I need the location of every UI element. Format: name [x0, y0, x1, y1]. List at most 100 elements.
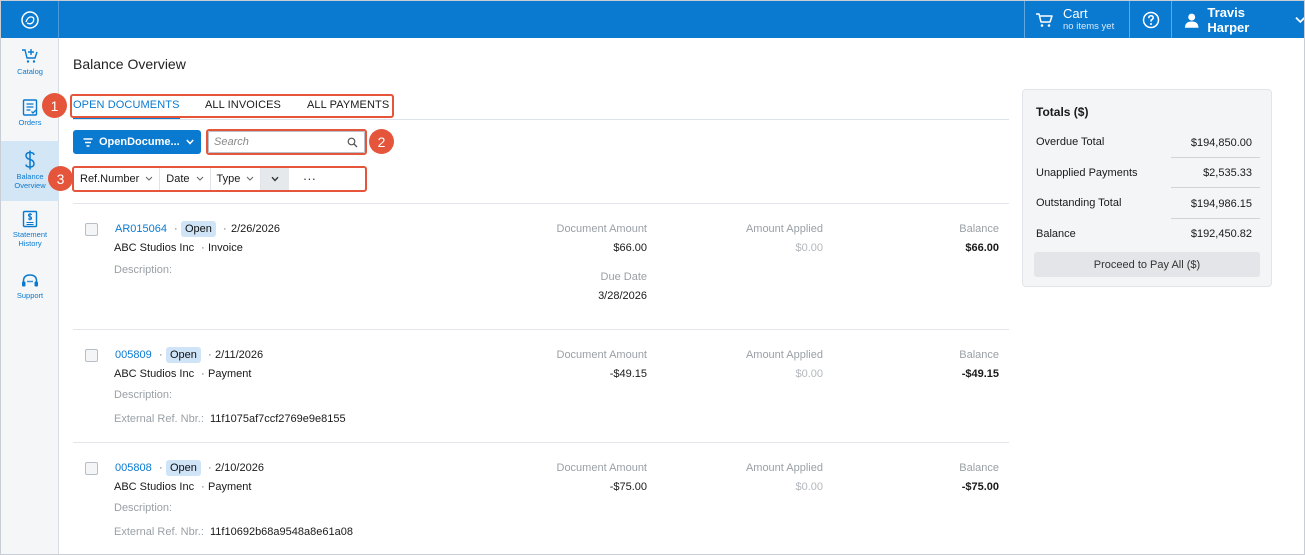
status-badge: Open: [181, 221, 216, 237]
filter-label: OpenDocume...: [99, 136, 180, 148]
amount-applied-value: $0.00: [795, 242, 823, 254]
outstanding-total-value: $194,986.15: [1190, 198, 1252, 210]
document-type: Payment: [208, 481, 252, 493]
document-ref-link[interactable]: 005809: [115, 349, 152, 361]
outstanding-total-label: Outstanding Total: [1036, 197, 1122, 209]
due-date-value: 3/28/2026: [598, 290, 647, 302]
filter-icon: [83, 137, 93, 147]
row-checkbox[interactable]: [85, 223, 98, 236]
separator-dot: ·: [208, 462, 212, 474]
balance-total-label: Balance: [1036, 228, 1076, 240]
chevron-down-icon: [185, 139, 194, 145]
user-name: Travis Harper: [1207, 4, 1250, 35]
document-date: 2/26/2026: [231, 223, 280, 235]
amount-applied-value: $0.00: [795, 481, 823, 493]
logo[interactable]: [1, 1, 59, 38]
external-ref-value: 11f10692b68a9548a8e61a08: [210, 526, 353, 538]
separator-dot: ·: [159, 462, 163, 474]
callout-badge-2: 2: [369, 129, 394, 154]
amount-applied-label: Amount Applied: [745, 349, 823, 361]
sidebar-item-label: Orders: [18, 118, 42, 127]
user-icon: [1184, 13, 1199, 28]
row-checkbox[interactable]: [85, 462, 98, 475]
balance-value: -$75.00: [961, 481, 999, 493]
page-title: Balance Overview: [73, 56, 186, 72]
document-date: 2/11/2026: [215, 349, 264, 361]
app-window: Cart no items yet Travis Harper Catalog …: [0, 0, 1305, 555]
cart-icon: [1036, 12, 1053, 27]
help-button[interactable]: [1129, 1, 1171, 38]
clipboard-icon: [22, 99, 38, 116]
row-divider: [1171, 187, 1260, 188]
totals-title: Totals ($): [1036, 105, 1089, 119]
document-ref-link[interactable]: AR015064: [115, 223, 167, 235]
document-amount-label: Document Amount: [556, 462, 648, 474]
help-icon: [1142, 11, 1159, 28]
document-date: 2/10/2026: [215, 462, 264, 474]
sidebar-item-statement-history[interactable]: Statement History: [1, 210, 59, 254]
row-divider: [1171, 157, 1260, 158]
separator-dot: ·: [174, 223, 178, 235]
description-label: Description:: [114, 264, 173, 276]
customer-name: ABC Studios Inc: [114, 242, 195, 254]
separator-dot: ·: [201, 242, 205, 254]
separator-dot: ·: [223, 223, 227, 235]
filter-dropdown-button[interactable]: OpenDocume...: [73, 130, 201, 154]
amount-applied-label: Amount Applied: [745, 462, 823, 474]
amount-applied-value: $0.00: [795, 368, 823, 380]
description-label: Description:: [114, 389, 173, 401]
amount-applied-label: Amount Applied: [745, 223, 823, 235]
customer-name: ABC Studios Inc: [114, 481, 195, 493]
logo-icon: [20, 10, 39, 29]
balance-label: Balance: [959, 349, 999, 361]
separator-dot: ·: [201, 368, 205, 380]
balance-total-value: $192,450.82: [1190, 228, 1252, 240]
cart-subtitle: no items yet: [1063, 21, 1115, 33]
document-amount-label: Document Amount: [556, 349, 648, 361]
cart-button[interactable]: Cart no items yet: [1024, 1, 1129, 38]
dollar-icon: [25, 150, 35, 170]
external-ref-label: External Ref. Nbr.:: [114, 413, 204, 425]
proceed-to-pay-all-button[interactable]: Proceed to Pay All ($): [1034, 252, 1260, 277]
description-label: Description:: [114, 502, 173, 514]
external-ref-value: 11f1075af7ccf2769e9e8155: [210, 413, 346, 425]
row-divider: [1171, 218, 1260, 219]
unapplied-payments-label: Unapplied Payments: [1036, 167, 1138, 179]
sidebar-item-label: Statement History: [12, 230, 48, 248]
document-amount-value: $66.00: [613, 242, 647, 254]
balance-label: Balance: [959, 223, 999, 235]
document-type: Invoice: [208, 242, 243, 254]
sidebar-item-support[interactable]: Support: [1, 273, 59, 313]
unapplied-payments-value: $2,535.33: [1203, 167, 1252, 179]
document-type: Payment: [208, 368, 252, 380]
separator-dot: ·: [208, 349, 212, 361]
sidebar-item-label: Catalog: [17, 67, 43, 76]
document-row: AR015064 · Open · 2/26/2026 ABC Studios …: [73, 203, 1009, 329]
totals-panel: Totals ($) Overdue Total $194,850.00 Una…: [1022, 89, 1272, 287]
sidebar-item-label: Balance Overview: [14, 172, 46, 190]
callout-badge-1: 1: [42, 93, 67, 118]
overdue-total-value: $194,850.00: [1190, 137, 1252, 149]
document-amount-value: -$49.15: [609, 368, 647, 380]
callout-box-tabs: [70, 94, 394, 118]
callout-badge-3: 3: [48, 166, 73, 191]
customer-name: ABC Studios Inc: [114, 368, 195, 380]
callout-box-search: [206, 129, 367, 155]
balance-value: $66.00: [965, 242, 999, 254]
document-row: 005808 · Open · 2/10/2026 ABC Studios In…: [73, 442, 1009, 554]
row-checkbox[interactable]: [85, 349, 98, 362]
headset-icon: [22, 274, 38, 287]
top-bar: Cart no items yet Travis Harper: [1, 1, 1304, 38]
document-row: 005809 · Open · 2/11/2026 ABC Studios In…: [73, 329, 1009, 442]
external-ref-label: External Ref. Nbr.:: [114, 526, 204, 538]
sidebar-item-catalog[interactable]: Catalog: [1, 47, 59, 91]
cart-plus-icon: [22, 49, 38, 63]
balance-value: -$49.15: [961, 368, 999, 380]
overdue-total-label: Overdue Total: [1036, 136, 1105, 148]
document-amount-value: -$75.00: [609, 481, 647, 493]
chevron-down-icon: [1295, 16, 1304, 23]
due-date-label: Due Date: [600, 271, 647, 283]
document-amount-label: Document Amount: [556, 223, 648, 235]
document-ref-link[interactable]: 005808: [115, 462, 152, 474]
user-menu[interactable]: Travis Harper: [1171, 1, 1304, 38]
